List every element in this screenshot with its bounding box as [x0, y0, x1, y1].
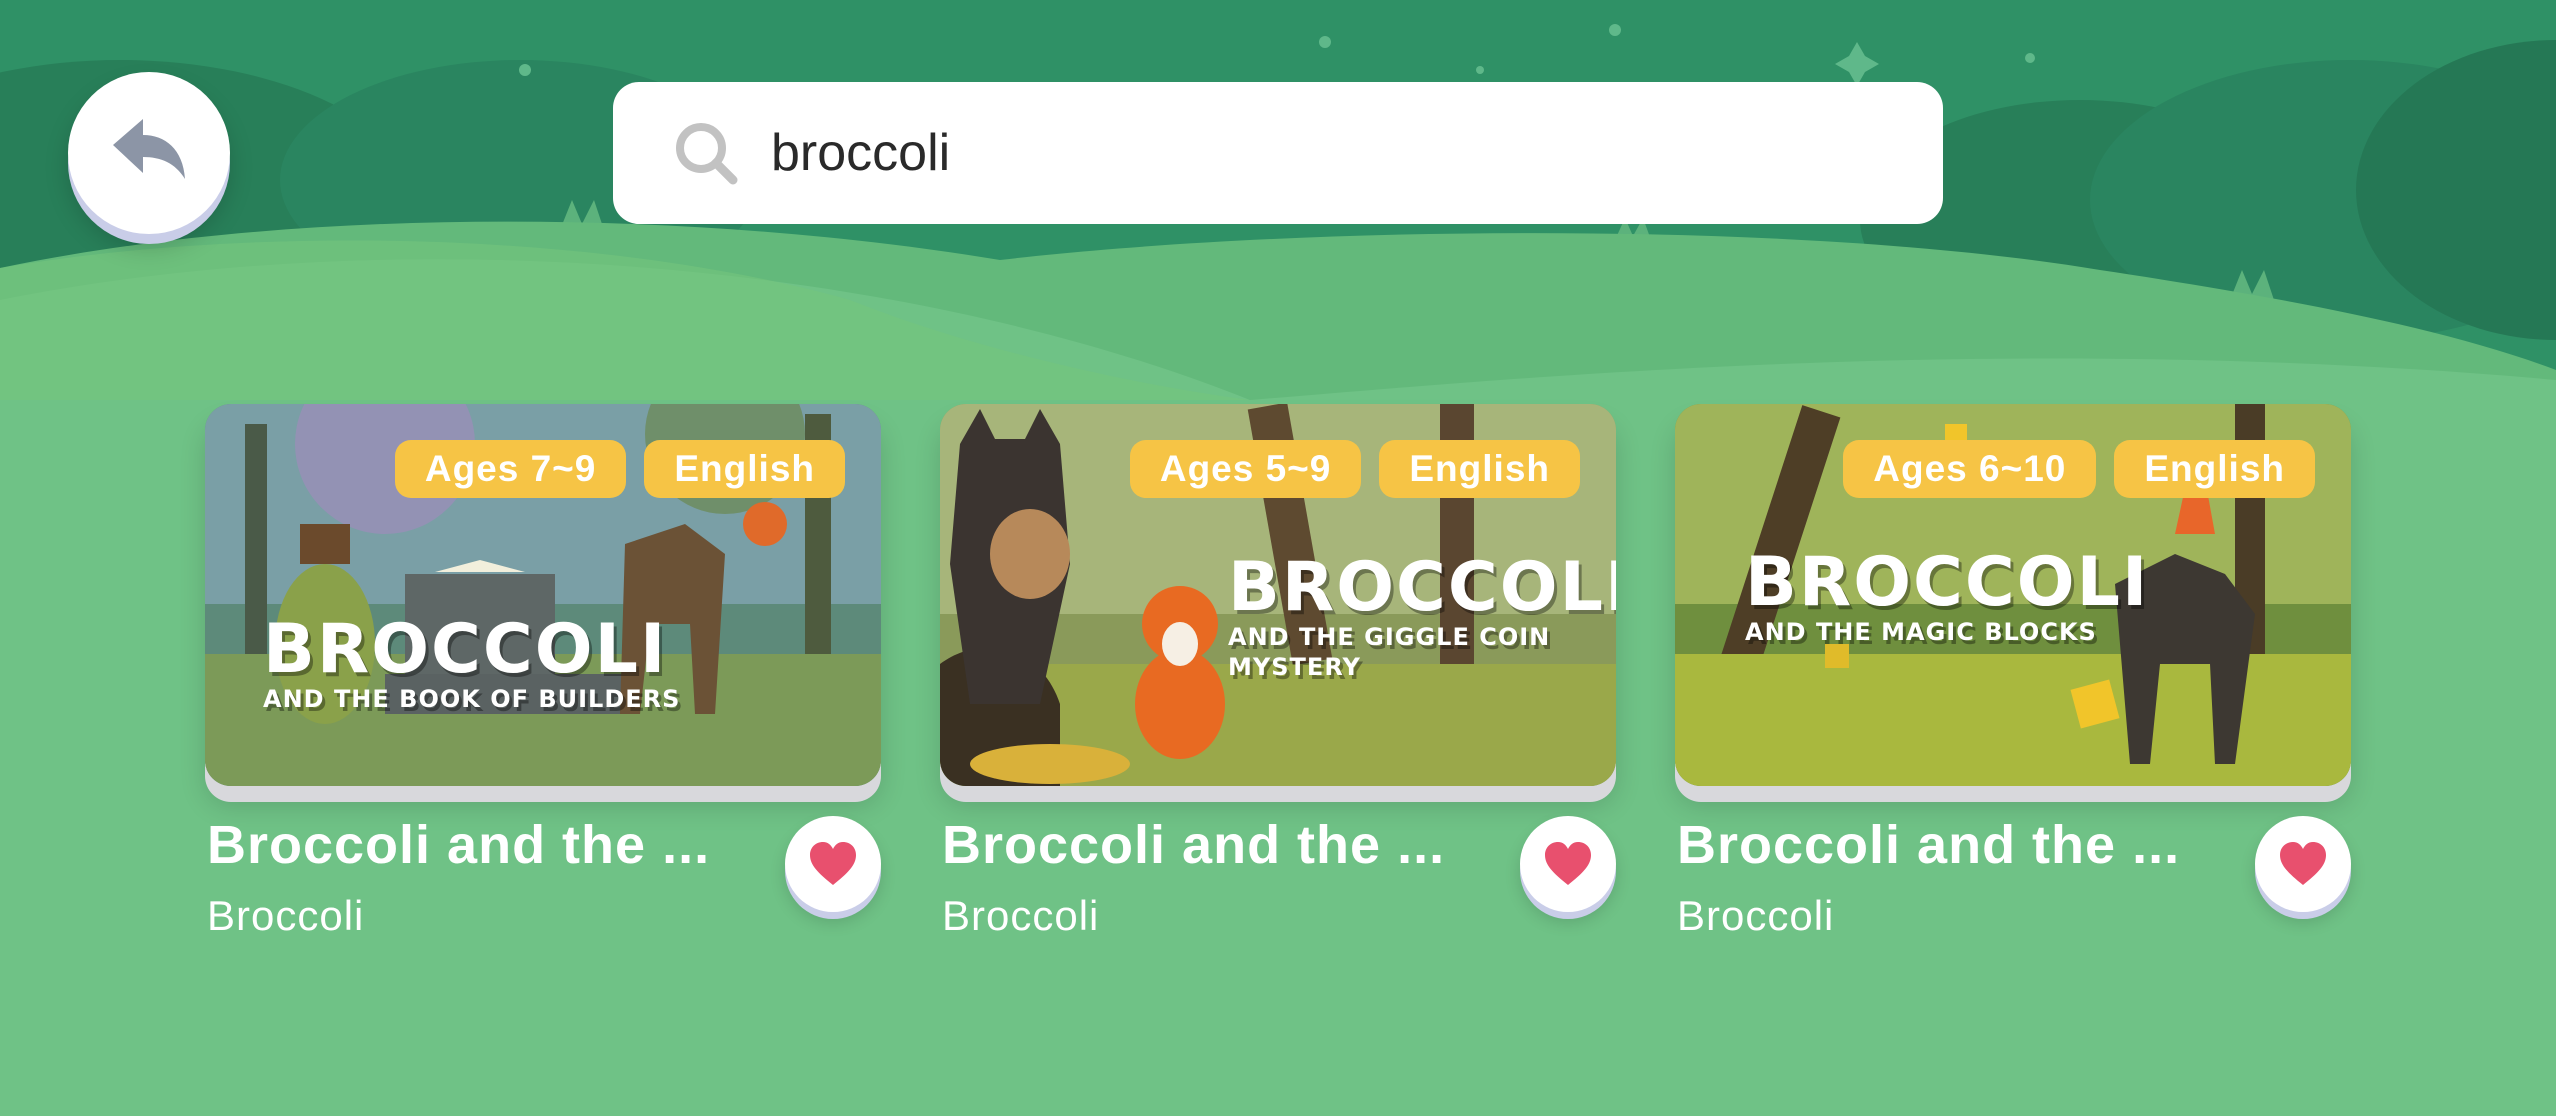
- cover-title: BROCCOLI AND THE MAGIC BLOCKS: [1745, 549, 2149, 647]
- language-badge: English: [644, 440, 845, 498]
- book-author: Broccoli: [207, 892, 365, 939]
- cover-title-text: BROCCOLI: [1745, 543, 2150, 622]
- book-author: Broccoli: [942, 892, 1100, 939]
- heart-icon: [1545, 842, 1591, 885]
- book-title[interactable]: Broccoli and the ...: [942, 814, 1445, 876]
- book-card[interactable]: Ages 7~9 English BROCCOLI AND THE BOOK O…: [205, 404, 881, 954]
- cover-subtitle-text: AND THE GIGGLE COIN MYSTERY: [1228, 623, 1551, 681]
- heart-icon: [810, 842, 856, 885]
- cover-title-text: BROCCOLI: [263, 610, 668, 689]
- cover-title: BROCCOLI AND THE GIGGLE COIN MYSTERY: [1228, 554, 1616, 682]
- cover-title-text: BROCCOLI: [1228, 548, 1616, 627]
- book-title[interactable]: Broccoli and the ...: [1677, 814, 2180, 876]
- cover-subtitle-text: AND THE BOOK OF BUILDERS: [263, 685, 681, 713]
- age-badge: Ages 6~10: [1843, 440, 2097, 498]
- favorite-button[interactable]: [1520, 816, 1616, 912]
- search-input[interactable]: [769, 122, 1873, 184]
- cover-title: BROCCOLI AND THE BOOK OF BUILDERS: [263, 616, 680, 714]
- language-badge: English: [1379, 440, 1580, 498]
- heart-icon: [2280, 842, 2326, 885]
- back-arrow-icon: [113, 119, 185, 179]
- book-cover[interactable]: Ages 6~10 English BROCCOLI AND THE MAGIC…: [1675, 404, 2351, 786]
- favorite-button[interactable]: [785, 816, 881, 912]
- back-button[interactable]: [68, 72, 230, 234]
- book-card[interactable]: Ages 6~10 English BROCCOLI AND THE MAGIC…: [1675, 404, 2351, 954]
- age-badge: Ages 5~9: [1129, 440, 1362, 498]
- book-cover[interactable]: Ages 7~9 English BROCCOLI AND THE BOOK O…: [205, 404, 881, 786]
- book-card[interactable]: Ages 5~9 English BROCCOLI AND THE GIGGLE…: [940, 404, 1616, 954]
- search-icon: [676, 123, 738, 185]
- book-cover[interactable]: Ages 5~9 English BROCCOLI AND THE GIGGLE…: [940, 404, 1616, 786]
- cover-subtitle-text: AND THE MAGIC BLOCKS: [1745, 618, 2097, 646]
- book-author: Broccoli: [1677, 892, 1835, 939]
- search-bar[interactable]: [613, 82, 1943, 224]
- favorite-button[interactable]: [2255, 816, 2351, 912]
- language-badge: English: [2114, 440, 2315, 498]
- age-badge: Ages 7~9: [394, 440, 627, 498]
- book-title[interactable]: Broccoli and the ...: [207, 814, 710, 876]
